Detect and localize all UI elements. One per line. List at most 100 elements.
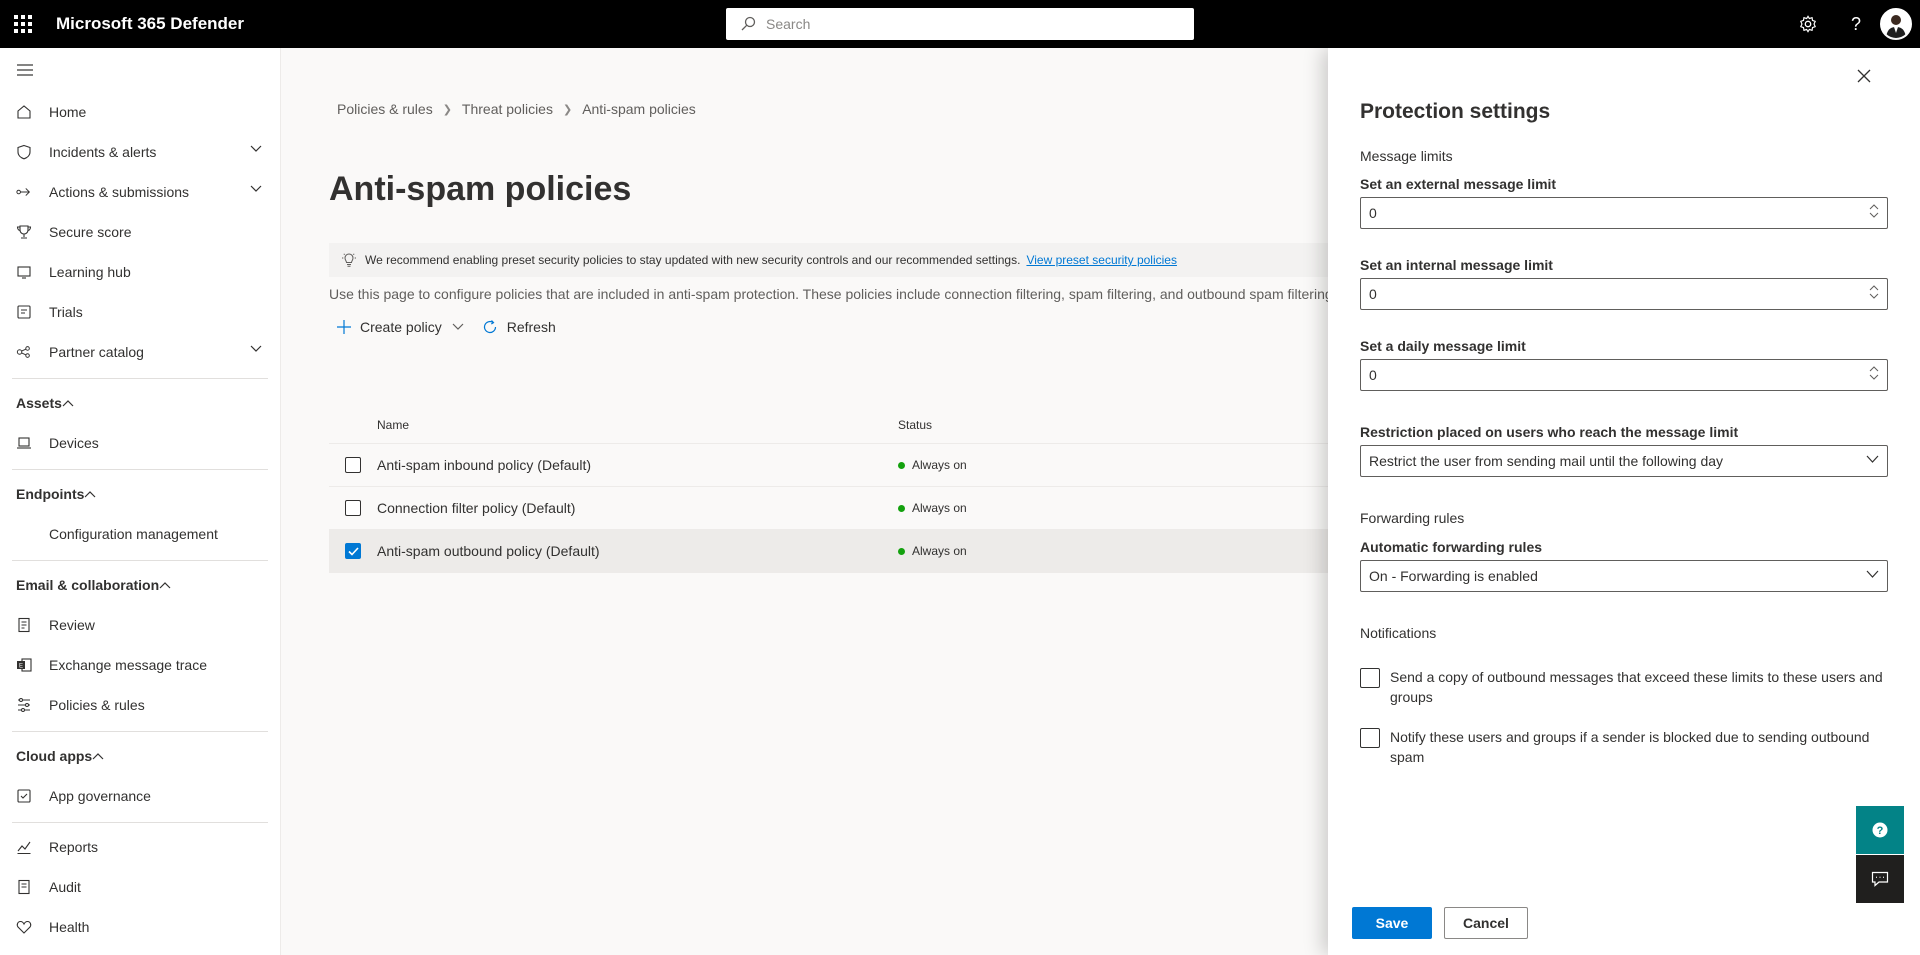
refresh-button[interactable]: Refresh xyxy=(482,319,556,335)
sidebar-item-label: Policies & rules xyxy=(49,697,145,713)
policy-name[interactable]: Connection filter policy (Default) xyxy=(377,500,898,516)
restriction-label: Restriction placed on users who reach th… xyxy=(1360,424,1739,440)
external-limit-input[interactable] xyxy=(1361,199,1851,227)
search-input[interactable] xyxy=(766,16,1166,32)
view-preset-policies-link[interactable]: View preset security policies xyxy=(1026,253,1177,267)
sidebar-item-label: Review xyxy=(49,617,95,633)
avatar[interactable] xyxy=(1880,8,1912,40)
svg-text:E: E xyxy=(19,664,23,670)
chevron-down-icon[interactable] xyxy=(1869,212,1879,219)
nav-divider xyxy=(12,731,268,732)
chevron-down-icon xyxy=(452,323,464,330)
row-checkbox[interactable] xyxy=(345,457,361,473)
collapse-navigation-button[interactable] xyxy=(0,48,280,92)
chevron-up-icon[interactable] xyxy=(1869,203,1879,210)
sidebar-item-policies-rules[interactable]: Policies & rules xyxy=(0,685,280,725)
sidebar-item-exchange-message-trace[interactable]: E Exchange message trace xyxy=(0,645,280,685)
sidebar-item-app-governance[interactable]: App governance xyxy=(0,776,280,816)
row-checkbox[interactable] xyxy=(345,500,361,516)
daily-limit-spinbox[interactable] xyxy=(1360,359,1888,391)
policies-icon xyxy=(16,697,32,713)
breadcrumb-threat-policies[interactable]: Threat policies xyxy=(462,101,553,117)
sidebar-item-label: Secure score xyxy=(49,224,132,240)
sidebar-group-email-collaboration[interactable]: Email & collaboration xyxy=(0,565,280,605)
sidebar-item-secure-score[interactable]: Secure score xyxy=(0,212,280,252)
sidebar-item-review[interactable]: Review xyxy=(0,605,280,645)
sidebar-item-label: Actions & submissions xyxy=(49,184,190,200)
internal-limit-input[interactable] xyxy=(1361,280,1851,308)
sidebar-item-label: Trials xyxy=(49,304,83,320)
heart-icon xyxy=(16,919,32,935)
sidebar-item-label: Partner catalog xyxy=(49,344,144,360)
chevron-up-icon xyxy=(85,491,96,498)
table-row[interactable]: Connection filter policy (Default) Alway… xyxy=(329,487,1329,530)
sidebar-item-trials[interactable]: Trials xyxy=(0,292,280,332)
chevron-up-icon[interactable] xyxy=(1869,284,1879,291)
chevron-down-icon[interactable] xyxy=(1869,374,1879,381)
notify-blocked-checkbox[interactable] xyxy=(1360,728,1380,748)
table-header: Name Status xyxy=(329,406,1329,444)
search-box[interactable] xyxy=(726,8,1194,40)
top-bar: Microsoft 365 Defender ? xyxy=(0,0,1920,48)
row-checkbox[interactable] xyxy=(345,543,361,559)
spin-buttons[interactable] xyxy=(1869,203,1879,219)
sidebar-group-assets[interactable]: Assets xyxy=(0,383,280,423)
app-launcher-button[interactable] xyxy=(0,0,46,48)
sidebar-item-reports[interactable]: Reports xyxy=(0,827,280,867)
sidebar-item-audit[interactable]: Audit xyxy=(0,867,280,907)
create-policy-button[interactable]: Create policy xyxy=(337,319,464,335)
column-header-status[interactable]: Status xyxy=(898,418,932,432)
sidebar-item-actions[interactable]: Actions & submissions xyxy=(0,172,280,212)
notify-blocked-label[interactable]: Notify these users and groups if a sende… xyxy=(1390,727,1888,767)
notify-blocked-option: Notify these users and groups if a sende… xyxy=(1360,727,1888,767)
floating-help-button[interactable]: ? xyxy=(1856,806,1904,854)
chevron-right-icon: ❯ xyxy=(442,103,452,116)
configuration-icon xyxy=(16,526,32,542)
sidebar-item-health[interactable]: Health xyxy=(0,907,280,947)
sidebar-item-configuration-management[interactable]: Configuration management xyxy=(0,514,280,554)
chevron-up-icon xyxy=(92,753,104,760)
breadcrumb-policies-rules[interactable]: Policies & rules xyxy=(337,101,433,117)
chevron-down-icon xyxy=(1866,455,1879,463)
table-row[interactable]: Anti-spam outbound policy (Default) Alwa… xyxy=(329,530,1329,573)
auto-forwarding-dropdown[interactable]: On - Forwarding is enabled xyxy=(1360,560,1888,592)
table-row[interactable]: Anti-spam inbound policy (Default) Alway… xyxy=(329,444,1329,487)
sidebar-item-partner-catalog[interactable]: Partner catalog xyxy=(0,332,280,372)
sidebar-group-endpoints[interactable]: Endpoints xyxy=(0,474,280,514)
sidebar-item-home[interactable]: Home xyxy=(0,92,280,132)
internal-limit-spinbox[interactable] xyxy=(1360,278,1888,310)
notify-copy-label[interactable]: Send a copy of outbound messages that ex… xyxy=(1390,667,1888,707)
sidebar-group-label: Email & collaboration xyxy=(16,577,160,593)
sidebar-item-learning-hub[interactable]: Learning hub xyxy=(0,252,280,292)
policy-name[interactable]: Anti-spam outbound policy (Default) xyxy=(377,543,898,559)
spin-buttons[interactable] xyxy=(1869,365,1879,381)
sidebar-item-incidents[interactable]: Incidents & alerts xyxy=(0,132,280,172)
save-button[interactable]: Save xyxy=(1352,907,1432,939)
chevron-down-icon[interactable] xyxy=(1869,293,1879,300)
policy-name[interactable]: Anti-spam inbound policy (Default) xyxy=(377,457,898,473)
sidebar-group-cloud-apps[interactable]: Cloud apps xyxy=(0,736,280,776)
notify-copy-checkbox[interactable] xyxy=(1360,668,1380,688)
daily-limit-input[interactable] xyxy=(1361,361,1851,389)
restriction-dropdown[interactable]: Restrict the user from sending mail unti… xyxy=(1360,445,1888,477)
floating-feedback-button[interactable] xyxy=(1856,855,1904,903)
hamburger-icon xyxy=(17,64,33,76)
headset-help-icon: ? xyxy=(1872,822,1888,838)
breadcrumb-anti-spam-policies[interactable]: Anti-spam policies xyxy=(582,101,696,117)
help-button[interactable]: ? xyxy=(1832,0,1880,48)
sidebar-item-devices[interactable]: Devices xyxy=(0,423,280,463)
chevron-up-icon[interactable] xyxy=(1869,365,1879,372)
app-title[interactable]: Microsoft 365 Defender xyxy=(56,14,244,34)
sidebar-group-label: Assets xyxy=(16,395,62,411)
lightbulb-icon xyxy=(342,253,356,267)
settings-button[interactable] xyxy=(1784,0,1832,48)
sidebar-item-label: Reports xyxy=(49,839,99,855)
spin-buttons[interactable] xyxy=(1869,284,1879,300)
close-panel-button[interactable] xyxy=(1852,64,1876,88)
main-content: Policies & rules ❯ Threat policies ❯ Ant… xyxy=(281,48,1337,955)
cancel-button[interactable]: Cancel xyxy=(1444,907,1528,939)
column-header-name[interactable]: Name xyxy=(377,418,898,432)
partner-icon xyxy=(16,344,32,360)
chevron-down-icon xyxy=(250,145,262,152)
external-limit-spinbox[interactable] xyxy=(1360,197,1888,229)
